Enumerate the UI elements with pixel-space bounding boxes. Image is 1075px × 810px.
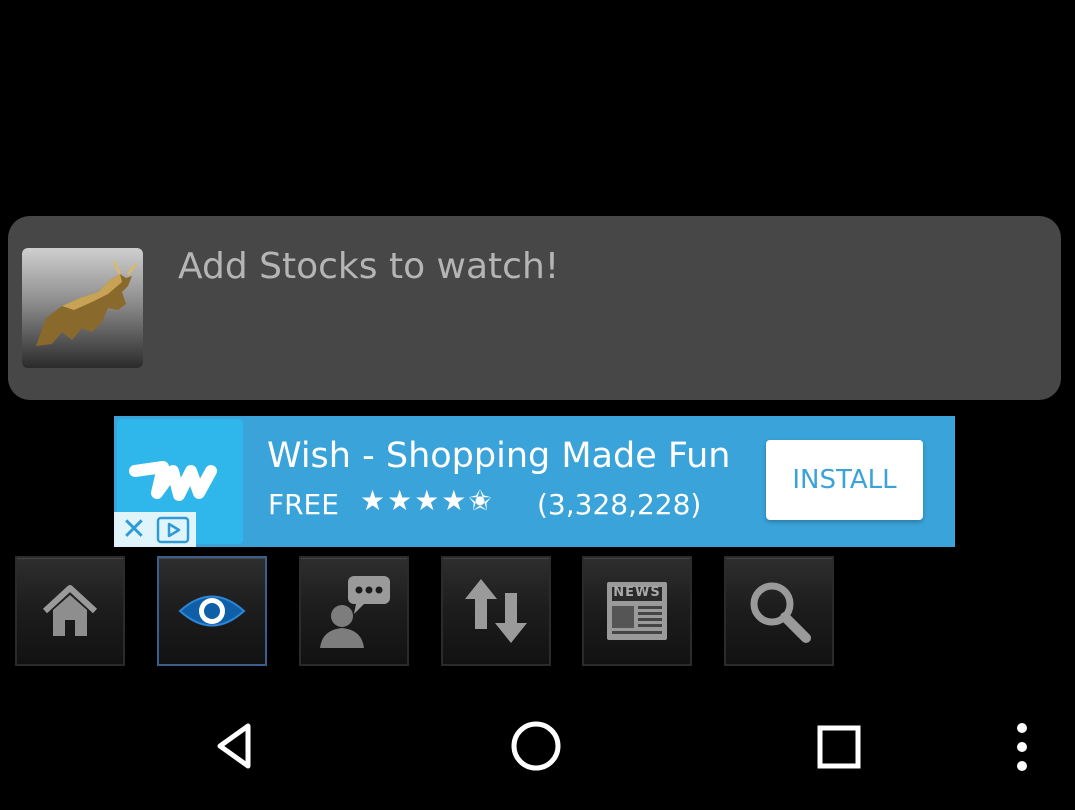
close-icon[interactable]: ✕ [118,515,150,545]
overflow-menu-icon[interactable] [1010,718,1034,774]
search-icon [750,582,811,643]
ad-review-count: (3,328,228) [537,488,702,521]
recents-icon[interactable] [814,718,864,774]
ad-choices[interactable]: ✕ [114,512,196,547]
chat-person-icon [320,576,390,648]
empty-watchlist-message: Add Stocks to watch! [178,246,560,287]
news-label: NEWS [613,585,661,600]
up-down-arrows-icon [465,579,527,643]
back-icon[interactable] [208,718,260,774]
movers-button[interactable] [441,556,551,666]
ad-choices-icon[interactable] [156,516,190,544]
ad-title: Wish - Shopping Made Fun [267,436,731,476]
chat-button[interactable] [299,556,409,666]
ad-price: FREE [268,488,339,521]
search-button[interactable] [724,556,834,666]
home-icon [42,585,98,636]
watchlist-card[interactable] [8,216,1061,400]
ad-rating-stars: ★★★★✬ [360,484,494,517]
watchlist-button[interactable] [157,556,267,666]
eye-icon [178,595,246,627]
ad-banner[interactable]: Wish - Shopping Made Fun FREE ★★★★✬ (3,3… [114,416,955,547]
bull-icon [22,248,143,368]
install-button[interactable]: INSTALL [766,440,923,520]
news-button[interactable]: NEWS [582,556,692,666]
app-screen: Add Stocks to watch! Wish - Shopping Mad… [0,0,1075,810]
home-circle-icon[interactable] [508,718,564,774]
home-button[interactable] [15,556,125,666]
